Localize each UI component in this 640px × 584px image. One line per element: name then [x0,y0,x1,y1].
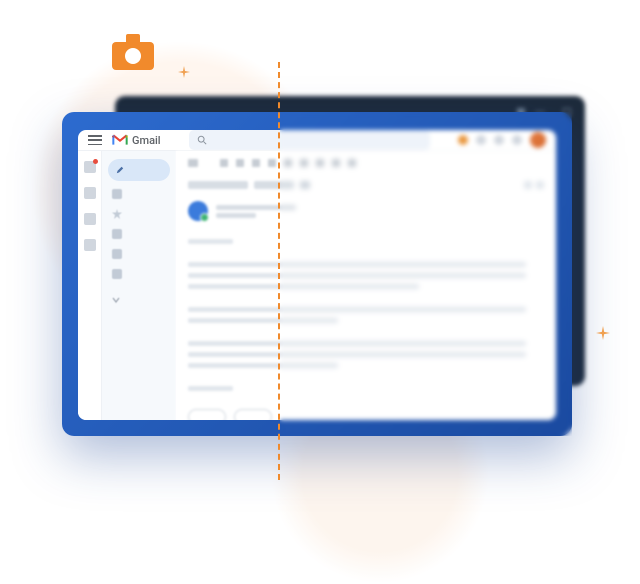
sender-row [188,201,544,221]
move-icon[interactable] [316,159,324,167]
popout-icon[interactable] [536,181,544,189]
forward-button[interactable] [234,409,272,420]
gmail-window: Gmail [78,130,556,420]
sidebar-item-starred[interactable] [108,207,170,221]
sidebar-item-more[interactable] [108,287,170,301]
app-rail [78,151,102,420]
sparkle-icon [596,326,610,340]
subject-row [188,181,544,189]
sender-avatar[interactable] [188,201,208,221]
star-icon [112,209,122,219]
spam-icon[interactable] [236,159,244,167]
meet-rail-icon[interactable] [84,239,96,251]
archive-icon[interactable] [220,159,228,167]
more-icon[interactable] [348,159,356,167]
comparison-divider [278,62,280,480]
back-icon[interactable] [188,159,198,167]
camera-icon [112,34,154,74]
chat-rail-icon[interactable] [84,187,96,199]
sparkle-icon [178,66,190,78]
reply-button[interactable] [188,409,226,420]
mail-rail-icon[interactable] [84,161,96,173]
message-pane [176,151,556,420]
sidebar-item-sent[interactable] [108,247,170,261]
menu-icon[interactable] [88,135,102,145]
settings-icon[interactable] [494,135,504,145]
print-icon[interactable] [524,181,532,189]
compose-button[interactable] [108,159,170,181]
snooze-icon[interactable] [284,159,292,167]
gmail-m-icon [112,134,128,146]
help-icon[interactable] [476,135,486,145]
message-toolbar [188,159,544,167]
app-title: Gmail [132,134,161,147]
unread-icon[interactable] [268,159,276,167]
spaces-rail-icon[interactable] [84,213,96,225]
message-body [188,239,544,391]
search-input[interactable] [189,130,430,150]
gmail-header: Gmail [78,130,556,151]
avatar[interactable] [530,132,546,148]
status-dot[interactable] [458,135,468,145]
sidebar [102,151,176,420]
reply-actions [188,409,544,420]
screenshot-frame: Gmail [62,112,572,436]
header-actions [458,132,546,148]
pencil-icon [116,166,124,174]
task-icon[interactable] [300,159,308,167]
sidebar-item-inbox[interactable] [108,187,170,201]
gmail-logo[interactable]: Gmail [112,134,161,147]
search-icon [197,135,207,145]
sidebar-item-snoozed[interactable] [108,227,170,241]
gmail-body [78,151,556,420]
sidebar-item-drafts[interactable] [108,267,170,281]
delete-icon[interactable] [252,159,260,167]
label-icon[interactable] [332,159,340,167]
apps-icon[interactable] [512,135,522,145]
